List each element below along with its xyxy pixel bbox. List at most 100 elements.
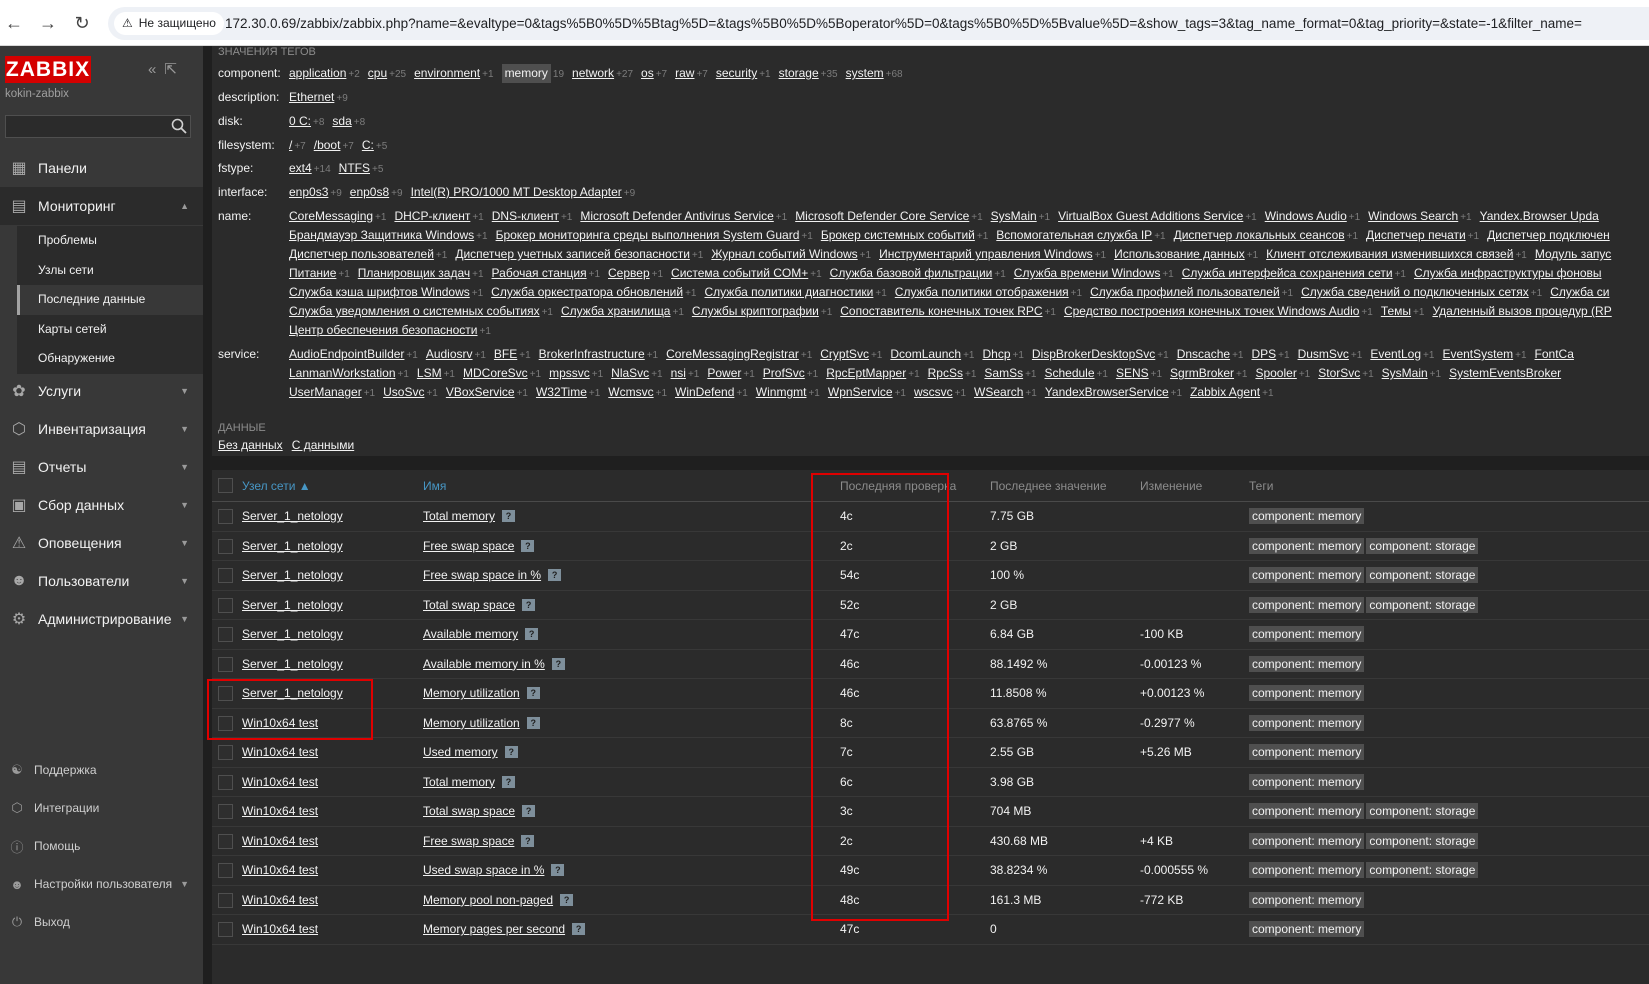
tag-badge[interactable]: component: memory [1249,655,1365,672]
tag-value-link[interactable]: RpcSs [928,364,963,383]
zabbix-logo[interactable]: ZABBIX [5,56,91,83]
tag-value-link[interactable]: Сервер [608,264,650,283]
tag-value-link[interactable]: LSM [417,364,442,383]
host-link[interactable]: Server_1_netology [242,657,343,671]
address-bar[interactable]: ⚠ Не защищено 172.30.0.69/zabbix/zabbix.… [108,7,1649,40]
tag-value-link[interactable]: mpssvc [549,364,590,383]
menu-monitoring[interactable]: ▤ Мониторинг ▲ [0,187,203,225]
tag-value-link[interactable]: SENS [1116,364,1149,383]
item-name-link[interactable]: Available memory in % [423,657,545,671]
item-name-link[interactable]: Total swap space [423,598,515,612]
tag-value-link[interactable]: wscsvc [914,383,953,402]
tag-badge[interactable]: component: storage [1366,567,1479,584]
tag-value-link[interactable]: Рабочая станция [492,264,587,283]
item-description-icon[interactable]: ? [525,628,539,641]
item-description-icon[interactable]: ? [526,687,540,700]
submenu-item[interactable]: Последние данные [17,285,203,315]
tag-value-link[interactable]: Клиент отслеживания изменившихся связей [1266,245,1513,264]
tag-badge[interactable]: component: memory [1249,596,1365,613]
name-column-header[interactable]: Имя [423,479,446,493]
tag-value-link[interactable]: RpcEptMapper [826,364,906,383]
tag-badge[interactable]: component: memory [1249,832,1365,849]
tag-value-link[interactable]: Служба си [1550,283,1609,302]
tag-value-link[interactable]: Средство построения конечных точек Windo… [1064,302,1359,321]
tag-badge[interactable]: component: memory [1249,891,1365,908]
tag-value-link[interactable]: SgrmBroker [1170,364,1234,383]
tag-value-link[interactable]: Темы [1381,302,1411,321]
host-link[interactable]: Win10x64 test [242,775,318,789]
tag-value-link[interactable]: Служба уведомления о системных событиях [289,302,540,321]
row-checkbox[interactable] [218,892,233,908]
item-description-icon[interactable]: ? [572,923,586,936]
tag-value-link[interactable]: VBoxService [446,383,515,402]
tag-value-link[interactable]: WpnService [828,383,893,402]
tag-badge[interactable]: component: storage [1366,832,1479,849]
tag-value-link[interactable]: nsi [671,364,686,383]
tag-value-link[interactable]: Модуль запус [1535,245,1611,264]
tag-value-link[interactable]: Служба хранилища [561,302,671,321]
tag-value-link[interactable]: EventLog [1370,345,1421,364]
item-name-link[interactable]: Available memory [423,627,518,641]
menu-alerts[interactable]: ⚠ Оповещения ▼ [0,524,203,562]
tag-value-link[interactable]: CryptSvc [820,345,869,364]
tag-value-link[interactable]: storage [779,64,819,83]
tag-value-link[interactable]: Служба базовой фильтрации [830,264,993,283]
tag-value-link[interactable]: Диспетчер пользователей [289,245,434,264]
select-all-checkbox[interactable] [218,478,233,493]
item-name-link[interactable]: Free swap space [423,834,514,848]
tag-value-link[interactable]: DHCP-клиент [394,207,470,226]
item-description-icon[interactable]: ? [548,569,562,582]
tag-value-link[interactable]: Питание [289,264,336,283]
tag-value-link[interactable]: Audiosrv [426,345,473,364]
tag-value-link[interactable]: Служба интерфейса сохранения сети [1182,264,1393,283]
tag-value-link[interactable]: SamSs [984,364,1023,383]
item-name-link[interactable]: Memory utilization [423,686,520,700]
footer-user-settings[interactable]: ☻ Настройки пользователя ▼ [0,869,203,899]
tag-value-link[interactable]: Wcmsvc [608,383,653,402]
tag-badge[interactable]: component: memory [1249,685,1365,702]
tag-value-link[interactable]: Microsoft Defender Antivirus Service [580,207,773,226]
tag-value-link[interactable]: os [641,64,654,83]
host-link[interactable]: Win10x64 test [242,834,318,848]
tag-badge[interactable]: component: memory [1249,567,1365,584]
tag-value-link[interactable]: Yandex.Browser Upda [1480,207,1599,226]
tag-value-link[interactable]: Spooler [1255,364,1296,383]
item-name-link[interactable]: Total swap space [423,804,515,818]
row-checkbox[interactable] [218,745,233,760]
host-link[interactable]: Win10x64 test [242,804,318,818]
search-input[interactable] [5,115,191,138]
tag-badge[interactable]: component: memory [1249,921,1365,938]
row-checkbox[interactable] [218,627,233,642]
footer-help[interactable]: ⓘ Помощь [0,831,203,861]
tag-value-link[interactable]: StorSvc [1318,364,1360,383]
tag-badge[interactable]: component: storage [1366,862,1479,879]
tag-value-link[interactable]: W32Time [536,383,587,402]
tag-badge[interactable]: component: storage [1366,537,1479,554]
tag-value-link[interactable]: DusmSvc [1298,345,1349,364]
row-checkbox[interactable] [218,833,233,849]
row-checkbox[interactable] [218,656,233,672]
tag-value-link[interactable]: Служба инфраструктуры фоновы [1414,264,1602,283]
tag-value-link[interactable]: /boot [314,136,341,155]
tag-value-link[interactable]: Schedule [1044,364,1094,383]
tag-value-link[interactable]: Планировщик задач [358,264,470,283]
tag-badge[interactable]: component: memory [1249,744,1365,761]
item-description-icon[interactable]: ? [521,834,535,847]
without-data-link[interactable]: Без данных [218,438,283,452]
reload-icon[interactable]: ↻ [72,13,92,33]
tag-value-link[interactable]: raw [675,64,694,83]
item-description-icon[interactable]: ? [551,864,565,877]
security-chip[interactable]: ⚠ Не защищено [114,12,224,35]
tag-value-link[interactable]: Служба политики отображения [895,283,1069,302]
tag-value-link[interactable]: Zabbix Agent [1190,383,1260,402]
item-name-link[interactable]: Used memory [423,745,498,759]
item-description-icon[interactable]: ? [502,775,516,788]
back-icon[interactable]: ← [4,13,24,33]
tag-badge[interactable]: component: memory [1249,508,1365,525]
tag-value-link[interactable]: Power [707,364,741,383]
host-link[interactable]: Server_1_netology [242,627,343,641]
tag-value-link[interactable]: Служба профилей пользователей [1090,283,1280,302]
item-description-icon[interactable]: ? [502,510,516,523]
item-description-icon[interactable]: ? [522,805,536,818]
item-description-icon[interactable]: ? [522,598,536,611]
